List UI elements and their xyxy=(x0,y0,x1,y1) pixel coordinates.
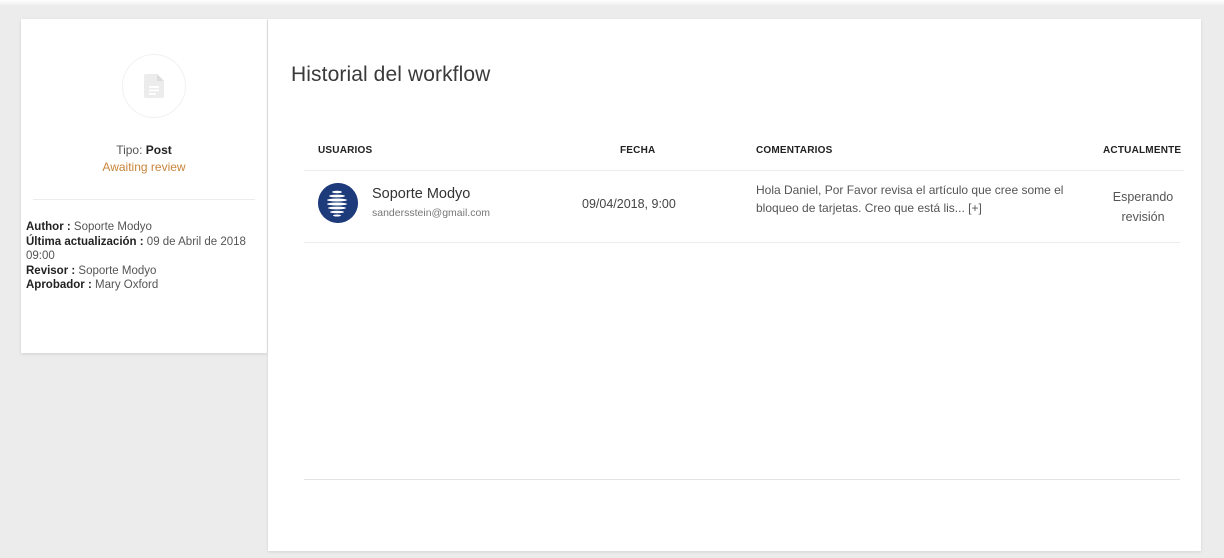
meta-reviewer-label: Revisor : xyxy=(26,264,76,277)
column-header-fecha: FECHA xyxy=(620,145,656,156)
content-type-label: Tipo: xyxy=(116,143,143,157)
meta-reviewer: Revisor : Soporte Modyo xyxy=(26,264,262,279)
table-header: USUARIOS FECHA COMENTARIOS ACTUALMENTE xyxy=(304,139,1184,171)
comment-text: Hola Daniel, Por Favor revisa el artícul… xyxy=(756,183,1064,215)
meta-author-label: Author : xyxy=(26,221,71,233)
content-info-card: Tipo: Post Awaiting review Author : Sopo… xyxy=(21,19,267,353)
globe-logo-icon xyxy=(318,183,358,223)
current-status-line2: revisión xyxy=(1121,210,1165,224)
meta-approver-value: Mary Oxford xyxy=(95,279,159,291)
meta-last-updated: Última actualización : 09 de Abril de 20… xyxy=(26,235,262,264)
user-name: Soporte Modyo xyxy=(372,186,471,202)
document-type-badge xyxy=(122,54,186,118)
avatar xyxy=(318,183,358,223)
user-email: sandersstein@gmail.com xyxy=(372,207,491,219)
workflow-history-panel: Historial del workflow USUARIOS FECHA CO… xyxy=(268,19,1201,551)
content-type: Tipo: Post xyxy=(21,143,267,157)
page-title: Historial del workflow xyxy=(291,63,491,86)
divider xyxy=(33,199,255,200)
current-status-line1: Esperando xyxy=(1112,190,1174,204)
meta-last-updated-label: Última actualización : xyxy=(26,235,144,248)
column-header-actualmente: ACTUALMENTE xyxy=(1103,145,1182,156)
meta-author-value: Soporte Modyo xyxy=(73,221,152,233)
row-comment: Hola Daniel, Por Favor revisa el artícul… xyxy=(756,181,1106,217)
document-icon xyxy=(144,74,164,98)
table-row: Soporte Modyo sandersstein@gmail.com 09/… xyxy=(304,171,1180,243)
row-current-status: Esperando revisión xyxy=(1108,187,1178,227)
row-date: 09/04/2018, 9:00 xyxy=(582,197,676,211)
meta-author: Author : Soporte Modyo xyxy=(26,220,262,235)
meta-approver: Aprobador : Mary Oxford xyxy=(26,278,262,293)
column-header-comentarios: COMENTARIOS xyxy=(756,145,833,156)
status-badge: Awaiting review xyxy=(102,160,186,174)
column-header-usuarios: USUARIOS xyxy=(318,145,373,156)
content-type-value: Post xyxy=(145,143,172,157)
metadata-list: Author : Soporte Modyo Última actualizac… xyxy=(26,220,262,293)
table-footer-divider xyxy=(304,479,1180,480)
meta-reviewer-value: Soporte Modyo xyxy=(78,264,157,277)
expand-comment-link[interactable]: [+] xyxy=(968,201,982,215)
top-shadow xyxy=(0,0,1224,6)
meta-approver-label: Aprobador : xyxy=(26,279,92,291)
